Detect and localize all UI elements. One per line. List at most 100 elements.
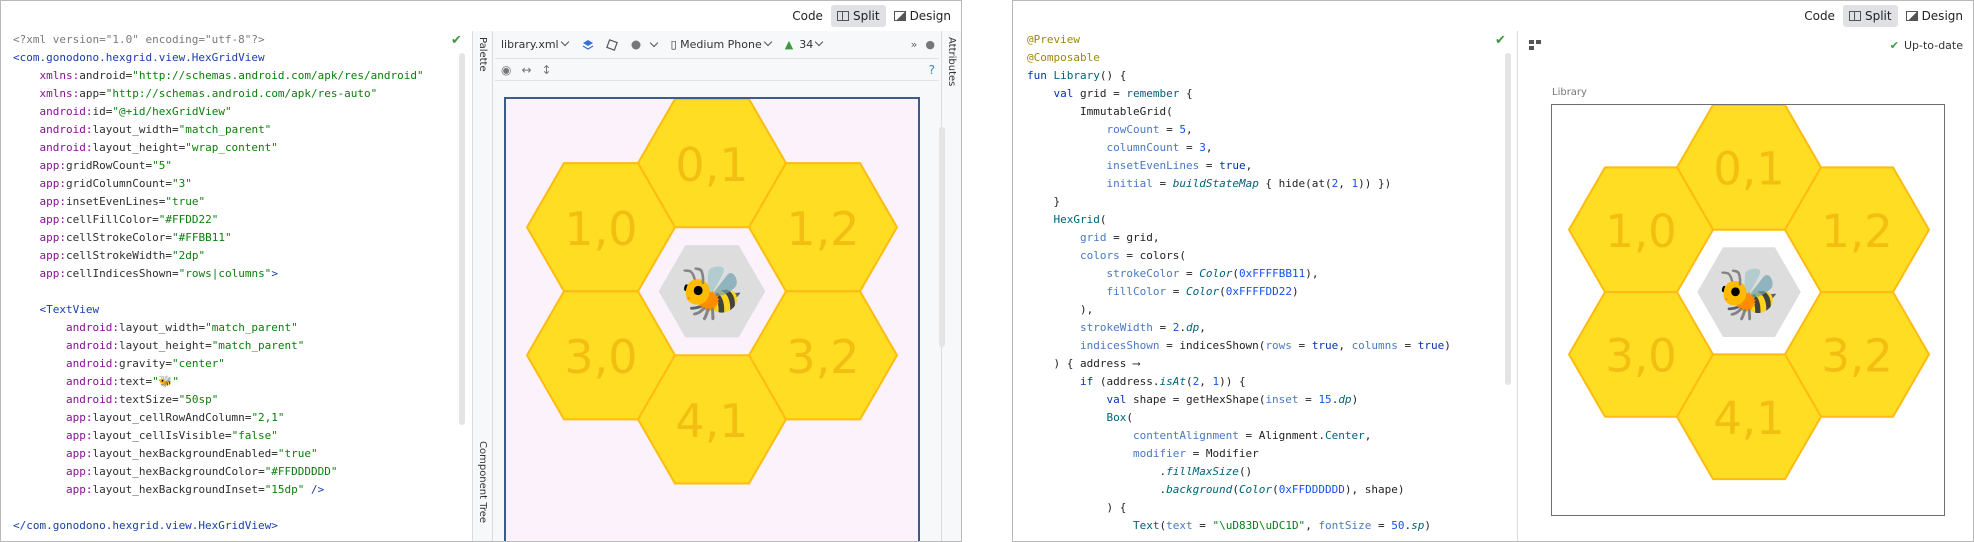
code-line[interactable]: android:layout_height="match_parent" (13, 337, 466, 355)
api-selector[interactable]: 34 (799, 37, 824, 51)
code-line[interactable]: ) { address ⟶ (1027, 355, 1509, 373)
code-line[interactable]: HexGrid( (1027, 211, 1509, 229)
code-line[interactable]: app:layout_cellRowAndColumn="2,1" (13, 409, 466, 427)
code-line[interactable]: fun Library() { (1027, 67, 1509, 85)
code-line[interactable]: xmlns:android="http://schemas.android.co… (13, 67, 466, 85)
code-line[interactable]: val shape = getHexShape(inset = 15.dp) (1027, 391, 1509, 409)
kotlin-code-editor[interactable]: @Preview @Composable fun Library() { val g… (1013, 31, 1509, 541)
code-line[interactable]: ImmutableGrid( (1027, 103, 1509, 121)
code-line[interactable]: val grid = remember { (1027, 85, 1509, 103)
code-mode-button[interactable]: Code (1798, 5, 1841, 41)
night-mode-icon[interactable] (630, 39, 642, 51)
code-line[interactable]: <TextView (13, 301, 466, 319)
code-line[interactable]: app:layout_hexBackgroundColor="#FFDDDDDD… (13, 463, 466, 481)
code-token: </com.gonodono.hexgrid.view.HexGridView (13, 519, 272, 532)
code-line[interactable]: if (address.isAt(2, 1)) { (1027, 373, 1509, 391)
code-line[interactable]: .background(Color(0xFFDDDDDD), shape) (1027, 481, 1509, 499)
code-line[interactable]: @Composable (1027, 49, 1509, 67)
code-line[interactable]: grid = grid, (1027, 229, 1509, 247)
code-mode-button[interactable]: Code (786, 5, 829, 41)
code-line[interactable]: android:layout_width="match_parent" (13, 319, 466, 337)
code-line[interactable]: xmlns:app="http://schemas.android.com/ap… (13, 85, 466, 103)
code-line[interactable]: <?xml version="1.0" encoding="utf-8"?> (13, 31, 466, 49)
editor-scrollbar[interactable] (459, 53, 465, 425)
code-token: = (165, 231, 172, 244)
editor-scrollbar[interactable] (1505, 53, 1511, 385)
code-token: Center (1325, 429, 1365, 442)
code-line[interactable] (13, 499, 466, 517)
code-line[interactable]: app:layout_hexBackgroundEnabled="true" (13, 445, 466, 463)
preview-layout-icon[interactable] (1528, 39, 1542, 51)
code-line[interactable]: .fillMaxSize() (1027, 463, 1509, 481)
code-line[interactable]: @Preview (1027, 31, 1509, 49)
design-mode-button[interactable]: Design (888, 5, 957, 27)
compose-preview[interactable]: 0,1 1,0 1,2 3,0 3,2 4,1 🐝 (1551, 104, 1945, 516)
code-line[interactable]: android:layout_height="wrap_content" (13, 139, 466, 157)
code-token: /> (304, 483, 325, 496)
palette-tab[interactable]: Palette (477, 37, 488, 72)
code-line[interactable]: android:gravity="center" (13, 355, 466, 373)
more-chevron-icon[interactable]: » (911, 38, 918, 51)
code-line[interactable]: app:gridColumnCount="3" (13, 175, 466, 193)
code-line[interactable]: insetEvenLines = true, (1027, 157, 1509, 175)
code-token: gridRowCount (66, 159, 146, 172)
code-line[interactable]: android:text="🐝" (13, 373, 466, 391)
preview-status[interactable]: Up-to-date (1904, 39, 1963, 52)
code-line[interactable]: rowCount = 5, (1027, 121, 1509, 139)
code-line[interactable]: app:layout_hexBackgroundInset="15dp" /> (13, 481, 466, 499)
design-scrollbar[interactable] (939, 127, 945, 347)
component-tree-tab[interactable]: Component Tree (477, 441, 488, 523)
code-line[interactable]: initial = buildStateMap { hide(at(2, 1))… (1027, 175, 1509, 193)
code-line[interactable]: colors = colors( (1027, 247, 1509, 265)
code-token: initial (1106, 177, 1153, 190)
code-line[interactable]: app:gridRowCount="5" (13, 157, 466, 175)
code-line[interactable]: app:cellStrokeWidth="2dp" (13, 247, 466, 265)
warning-icon[interactable]: ● (925, 38, 935, 51)
xml-code-editor[interactable]: <?xml version="1.0" encoding="utf-8"?> <c… (1, 31, 466, 541)
code-line[interactable]: app:cellIndicesShown="rows|columns"> (13, 265, 466, 283)
code-line[interactable]: app:cellStrokeColor="#FFBB11" (13, 229, 466, 247)
code-line[interactable]: ) { (1027, 499, 1509, 517)
code-line[interactable]: android:layout_width="match_parent" (13, 121, 466, 139)
help-icon[interactable]: ? (929, 63, 935, 77)
code-line[interactable]: android:id="@+id/hexGridView" (13, 103, 466, 121)
inspection-ok-icon: ✔ (451, 33, 462, 48)
horizontal-resize-icon[interactable]: ↔ (521, 63, 531, 77)
code-line[interactable]: } (1027, 193, 1509, 211)
code-line[interactable]: indicesShown = indicesShown(rows = true,… (1027, 337, 1509, 355)
split-icon (1848, 11, 1861, 21)
design-mode-button[interactable]: Design (1900, 5, 1969, 27)
code-line[interactable]: contentAlignment = Alignment.Center, (1027, 427, 1509, 445)
code-line[interactable]: columnCount = 3, (1027, 139, 1509, 157)
code-line[interactable]: </com.gonodono.hexgrid.view.HexGridView> (13, 517, 466, 535)
split-mode-button[interactable]: Split (1842, 5, 1898, 27)
code-line[interactable]: <com.gonodono.hexgrid.view.HexGridView (13, 49, 466, 67)
code-line[interactable]: android:textSize="50sp" (13, 391, 466, 409)
code-line[interactable]: modifier = Modifier (1027, 445, 1509, 463)
code-line[interactable]: app:cellFillColor="#FFDD22" (13, 211, 466, 229)
eye-icon[interactable]: ◉ (501, 63, 511, 77)
attributes-tab[interactable]: Attributes (946, 37, 957, 86)
orientation-icon[interactable] (605, 38, 618, 51)
code-token: @Preview (1027, 33, 1080, 46)
vertical-resize-icon[interactable]: ↕ (542, 63, 552, 77)
code-line[interactable] (13, 283, 466, 301)
file-selector[interactable]: library.xml (501, 37, 569, 51)
code-token: "50sp" (178, 393, 219, 406)
code-token: = (1291, 339, 1312, 352)
layers-icon[interactable] (582, 39, 594, 51)
code-line[interactable]: Box( (1027, 409, 1509, 427)
device-selector[interactable]: ▯ Medium Phone (671, 37, 772, 51)
code-line[interactable]: app:insetEvenLines="true" (13, 193, 466, 211)
code-line[interactable]: Text(text = "\uD83D\uDC1D", fontSize = 5… (1027, 517, 1509, 535)
code-line[interactable]: ), (1027, 301, 1509, 319)
chevron-down-icon (814, 37, 824, 47)
device-preview-frame[interactable]: 0,1 1,0 1,2 3,0 3,2 4,1 🐝 (504, 97, 920, 541)
code-line[interactable]: fillColor = Color(0xFFFFDD22) (1027, 283, 1509, 301)
code-line[interactable]: strokeColor = Color(0xFFFFBB11), (1027, 265, 1509, 283)
code-line[interactable]: strokeWidth = 2.dp, (1027, 319, 1509, 337)
code-line[interactable]: app:layout_cellIsVisible="false" (13, 427, 466, 445)
split-mode-button[interactable]: Split (830, 5, 886, 27)
